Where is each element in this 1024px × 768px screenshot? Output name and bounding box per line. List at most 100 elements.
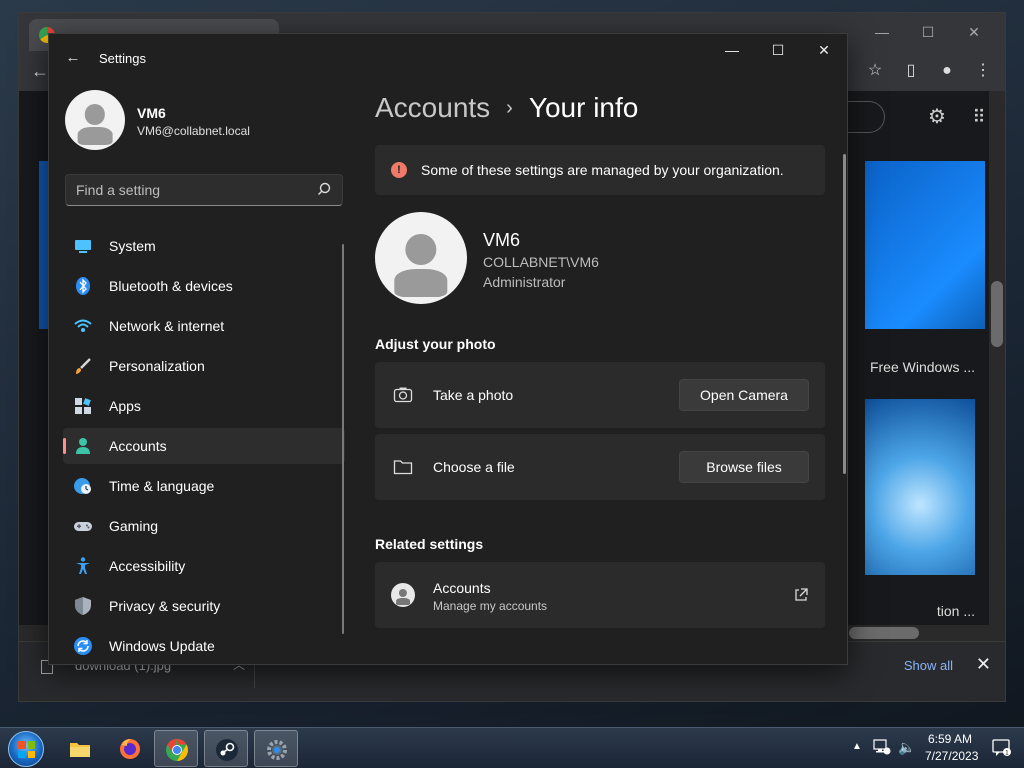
settings-nav: System Bluetooth & devices Network & int… <box>63 228 345 664</box>
accessibility-icon <box>76 557 90 574</box>
page-search-pill[interactable] <box>845 101 885 133</box>
nav-item-time-language[interactable]: Time & language <box>63 468 345 504</box>
thumbnail-image[interactable] <box>865 399 975 575</box>
gamepad-icon <box>74 522 92 531</box>
camera-icon <box>393 387 413 403</box>
taskbar-steam[interactable] <box>204 730 248 767</box>
nav-label: Network & internet <box>109 318 225 334</box>
section-title-related-settings: Related settings <box>375 536 484 552</box>
clock-date[interactable]: 7/27/2023 <box>925 749 978 763</box>
related-accounts-link[interactable]: Accounts Manage my accounts <box>375 562 825 628</box>
thumbnail-caption[interactable]: tion ... <box>937 603 975 619</box>
browser-toolbar-icons: ⇪ ☆ ▯ ● ⋮ <box>827 59 995 83</box>
logo-square <box>27 750 35 758</box>
related-accounts-subtitle: Manage my accounts <box>433 599 548 613</box>
tray-overflow-icon[interactable]: ▲ <box>852 741 862 752</box>
bookmark-star-icon[interactable]: ☆ <box>863 59 887 83</box>
notification-icon[interactable]: 1 <box>992 739 1012 757</box>
close-button[interactable]: ✕ <box>801 34 847 66</box>
nav-item-gaming[interactable]: Gaming <box>63 508 345 544</box>
nav-item-privacy[interactable]: Privacy & security <box>63 588 345 624</box>
search-input[interactable] <box>76 182 306 198</box>
bluetooth-icon <box>76 277 90 295</box>
vertical-scrollbar[interactable] <box>989 91 1005 641</box>
firefox-icon <box>120 739 140 759</box>
avatar-head <box>84 104 106 125</box>
nav-item-accounts[interactable]: Accounts <box>63 428 345 464</box>
taskbar-explorer[interactable] <box>58 730 102 767</box>
minimize-button[interactable]: — <box>709 34 755 66</box>
chrome-icon <box>166 739 188 761</box>
steam-icon <box>216 739 238 761</box>
scrollbar-thumb[interactable] <box>849 627 919 639</box>
taskbar-chrome[interactable] <box>154 730 198 767</box>
nav-label: Accounts <box>109 438 167 454</box>
take-photo-label: Take a photo <box>433 387 514 403</box>
breadcrumb-parent[interactable]: Accounts <box>375 92 490 124</box>
choose-file-card: Choose a file Browse files <box>375 434 825 500</box>
volume-icon[interactable]: 🔈 <box>898 739 915 756</box>
taskbar-firefox[interactable] <box>108 730 152 767</box>
windows-logo-icon <box>18 741 35 758</box>
brush-icon <box>76 358 91 374</box>
avatar[interactable] <box>65 90 125 150</box>
content-scrollbar[interactable] <box>843 154 846 474</box>
nav-item-bluetooth[interactable]: Bluetooth & devices <box>63 268 345 304</box>
gear-icon[interactable]: ⚙ <box>925 105 949 129</box>
thumbnail-image[interactable] <box>865 161 985 329</box>
system-icon <box>75 240 91 253</box>
apps-grid-icon[interactable]: ⠿ <box>967 105 991 129</box>
related-accounts-label: Accounts <box>433 580 491 596</box>
nav-item-personalization[interactable]: Personalization <box>63 348 345 384</box>
wifi-icon <box>74 319 92 332</box>
kebab-menu-icon[interactable]: ⋮ <box>971 59 995 83</box>
page-title: Your info <box>528 92 639 123</box>
search-icon[interactable] <box>316 181 332 197</box>
profile-icon[interactable]: ● <box>935 59 959 83</box>
nav-item-network[interactable]: Network & internet <box>63 308 345 344</box>
nav-item-apps[interactable]: Apps <box>63 388 345 424</box>
show-all-link[interactable]: Show all <box>904 658 953 673</box>
info-icon: ! <box>391 162 407 178</box>
section-title-adjust-photo: Adjust your photo <box>375 336 496 352</box>
nav-label: Privacy & security <box>109 598 221 614</box>
logo-square <box>27 741 35 749</box>
maximize-button[interactable]: ☐ <box>755 34 801 66</box>
logo-square <box>18 741 26 749</box>
profile-name: VM6 <box>137 105 166 121</box>
close-icon[interactable]: ✕ <box>976 654 991 675</box>
clock-time[interactable]: 6:59 AM <box>928 732 972 746</box>
back-arrow-icon[interactable]: ← <box>63 48 83 68</box>
nav-label: Time & language <box>109 478 215 494</box>
scrollbar-thumb[interactable] <box>991 281 1003 347</box>
nav-item-accessibility[interactable]: Accessibility <box>63 548 345 584</box>
shield-icon <box>75 597 91 615</box>
choose-file-label: Choose a file <box>433 459 515 475</box>
minimize-icon[interactable]: — <box>859 19 905 45</box>
window-controls: — ☐ ✕ <box>709 34 847 66</box>
nav-scrollbar[interactable] <box>342 244 344 634</box>
chevron-right-icon: › <box>506 96 513 119</box>
nav-label: System <box>109 238 156 254</box>
nav-item-system[interactable]: System <box>63 228 345 264</box>
open-camera-button[interactable]: Open Camera <box>679 379 809 411</box>
browse-files-button[interactable]: Browse files <box>679 451 809 483</box>
avatar-body <box>396 597 410 606</box>
profile-email: VM6@collabnet.local <box>137 124 250 138</box>
close-icon[interactable]: ✕ <box>951 19 997 45</box>
user-name: VM6 <box>483 230 521 250</box>
window-title: Settings <box>99 51 146 66</box>
search-box[interactable] <box>65 174 343 206</box>
update-icon <box>74 637 92 655</box>
nav-item-windows-update[interactable]: Windows Update <box>63 628 345 664</box>
nav-label: Windows Update <box>109 638 215 654</box>
start-button[interactable] <box>8 731 44 767</box>
accounts-icon <box>76 438 90 454</box>
managed-by-org-banner: ! Some of these settings are managed by … <box>375 145 825 195</box>
sidepanel-icon[interactable]: ▯ <box>899 59 923 83</box>
taskbar-settings[interactable] <box>254 730 298 767</box>
network-icon[interactable] <box>873 739 891 755</box>
maximize-icon[interactable]: ☐ <box>905 19 951 45</box>
thumbnail-caption[interactable]: Free Windows ... <box>870 359 975 375</box>
user-domain: COLLABNET\VM6 <box>483 254 599 270</box>
